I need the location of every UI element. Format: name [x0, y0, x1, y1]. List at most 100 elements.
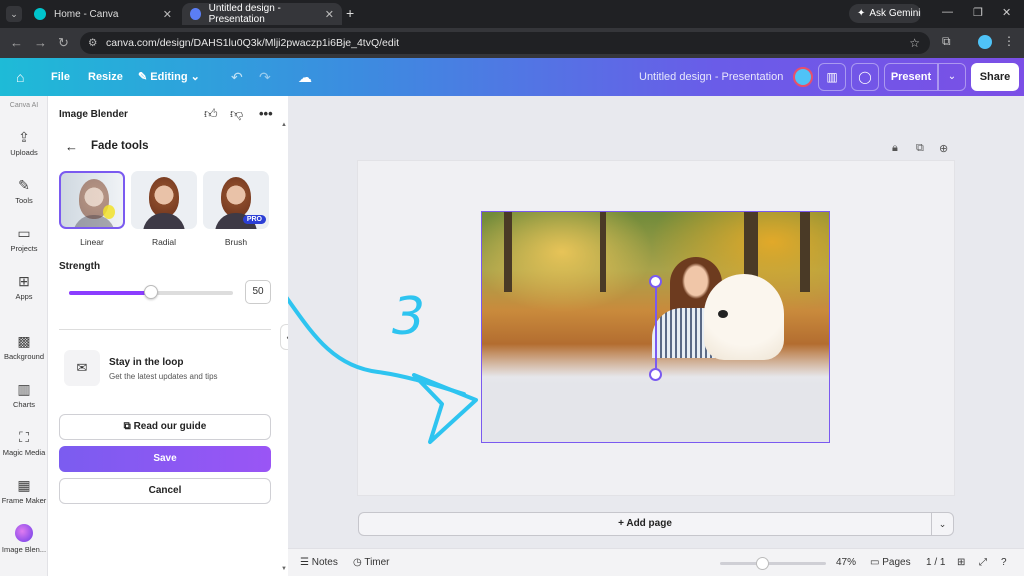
- browser-tab-home[interactable]: Home - Canva ✕: [26, 3, 180, 25]
- forward-icon[interactable]: →: [34, 35, 47, 50]
- cancel-button[interactable]: Cancel: [59, 478, 271, 504]
- site-info-icon[interactable]: ⚙: [88, 32, 97, 54]
- redo-icon[interactable]: ↷: [259, 58, 271, 96]
- apps-grid-icon: ⊞: [18, 273, 30, 289]
- close-tab-icon[interactable]: ✕: [163, 8, 172, 21]
- more-options-icon[interactable]: •••: [259, 106, 273, 121]
- canvas-area: 🔒︎ ⧉ ⊕ 3 + Add page ⌄: [288, 96, 1024, 548]
- rail-item-uploads[interactable]: ⇪ Uploads: [0, 128, 48, 157]
- present-options-chevron-icon[interactable]: ⌄: [938, 63, 966, 91]
- browser-tab-design[interactable]: Untitled design - Presentation ✕: [182, 3, 342, 25]
- add-page-button[interactable]: + Add page: [358, 512, 932, 536]
- save-button[interactable]: Save: [59, 446, 271, 472]
- close-window-icon[interactable]: ✕: [1002, 6, 1011, 19]
- reload-icon[interactable]: ↻: [58, 35, 69, 51]
- fade-tool-label: Radial: [151, 237, 177, 247]
- new-tab-button[interactable]: +: [346, 5, 354, 21]
- pencil-icon: ✎: [138, 71, 151, 83]
- canva-favicon-icon: [190, 8, 201, 20]
- pages-button[interactable]: ▭ Pages: [870, 549, 911, 576]
- strength-value-input[interactable]: 50: [245, 280, 271, 304]
- side-rail: Canva AI ⇪ Uploads ✎ Tools ▭ Projects ⊞ …: [0, 96, 48, 576]
- canva-favicon-icon: [34, 8, 46, 20]
- document-title[interactable]: Untitled design - Presentation: [639, 58, 783, 96]
- extensions-icon[interactable]: ⧉: [942, 34, 951, 49]
- divider: [59, 329, 271, 330]
- rail-item-label: Projects: [10, 244, 38, 253]
- page-counter[interactable]: 1 / 1: [926, 549, 945, 576]
- help-icon[interactable]: ?: [1001, 549, 1007, 576]
- add-page-options-chevron-icon[interactable]: ⌄: [931, 512, 954, 536]
- grid-view-icon[interactable]: ⊞: [957, 549, 965, 576]
- user-avatar[interactable]: [793, 67, 813, 87]
- fullscreen-icon[interactable]: ⤢: [979, 549, 987, 576]
- minimize-icon[interactable]: —: [942, 6, 953, 18]
- ask-gemini-label: Ask Gemini: [869, 8, 921, 19]
- present-button[interactable]: Present: [884, 63, 938, 91]
- home-icon[interactable]: ⌂: [16, 58, 24, 96]
- annotation-number: 3: [392, 287, 425, 347]
- strength-slider[interactable]: [69, 285, 233, 299]
- zoom-level[interactable]: 47%: [836, 549, 856, 576]
- rail-item-projects[interactable]: ▭ Projects: [0, 224, 48, 253]
- rail-item-tools[interactable]: ✎ Tools: [0, 176, 48, 205]
- fade-tool-radial[interactable]: [131, 171, 197, 229]
- rail-item-canva-ai[interactable]: Canva AI: [0, 102, 48, 109]
- thumbs-up-icon[interactable]: 👍︎: [204, 106, 218, 122]
- bookmark-star-icon[interactable]: ☆: [909, 32, 920, 54]
- editing-mode-button[interactable]: ✎ Editing ⌄: [138, 58, 200, 96]
- address-bar-row: ← → ↻ ⚙ canva.com/design/DAHS1lu0Q3k/Mlj…: [0, 28, 1024, 58]
- restore-icon[interactable]: ❐: [973, 6, 983, 19]
- strength-slider-handle[interactable]: [144, 285, 158, 299]
- rail-item-image-blender[interactable]: Image Blen...: [0, 524, 48, 554]
- gemini-icon: ✦: [857, 8, 866, 19]
- rail-item-label: Background: [3, 352, 45, 361]
- zoom-slider[interactable]: [720, 557, 826, 570]
- folder-icon: ▭: [17, 225, 31, 241]
- profile-avatar[interactable]: [978, 35, 992, 49]
- thumbnail-face: [221, 177, 251, 217]
- back-icon[interactable]: ←: [10, 35, 23, 50]
- timer-button[interactable]: ◷ Timer: [353, 549, 390, 576]
- pages-icon: ▭: [870, 557, 883, 568]
- rail-item-background[interactable]: ▩ Background: [0, 332, 48, 361]
- rail-item-apps[interactable]: ⊞ Apps: [0, 272, 48, 301]
- scroll-up-icon[interactable]: ▲: [281, 122, 287, 128]
- tab-search-button[interactable]: ⌄: [6, 6, 22, 22]
- thumbs-down-icon[interactable]: 👎︎: [230, 106, 243, 122]
- thumbnail-face: [149, 177, 179, 217]
- insights-chart-icon[interactable]: ▥: [818, 63, 846, 91]
- rail-item-frame-maker[interactable]: ▦ Frame Maker: [0, 476, 48, 505]
- comment-icon[interactable]: ◯: [851, 63, 879, 91]
- editor-bottom-bar: ☰ Notes ◷ Timer 47% ▭ Pages 1 / 1 ⊞ ⤢ ?: [288, 548, 1024, 576]
- ask-gemini-button[interactable]: ✦ Ask Gemini: [849, 4, 921, 23]
- editing-label: Editing: [150, 71, 188, 83]
- read-guide-button[interactable]: ⧉ Read our guide: [59, 414, 271, 440]
- bar-chart-icon: ▥: [17, 381, 31, 397]
- background-pattern-icon: ▩: [17, 333, 31, 349]
- url-field[interactable]: ⚙ canva.com/design/DAHS1lu0Q3k/Mlji2pwac…: [80, 32, 930, 54]
- back-arrow-icon[interactable]: ←: [65, 139, 78, 154]
- annotation-curve: [288, 296, 466, 396]
- share-button[interactable]: Share: [971, 63, 1019, 91]
- fade-tool-linear[interactable]: [59, 171, 125, 229]
- pen-icon: ✎: [18, 177, 30, 193]
- rail-item-charts[interactable]: ▥ Charts: [0, 380, 48, 409]
- resize-button[interactable]: Resize: [88, 58, 123, 96]
- notes-button[interactable]: ☰ Notes: [300, 549, 338, 576]
- rail-item-magic-media[interactable]: ⛶ Magic Media: [0, 428, 48, 457]
- close-tab-icon[interactable]: ✕: [325, 8, 334, 21]
- fade-tool-label: Linear: [80, 237, 104, 247]
- file-menu-button[interactable]: File: [51, 58, 70, 96]
- strength-label: Strength: [59, 261, 101, 272]
- zoom-slider-handle[interactable]: [756, 557, 770, 570]
- image-blender-panel: Image Blender 👍︎ 👎︎ ••• ← Fade tools PRO…: [48, 96, 288, 576]
- scroll-down-icon[interactable]: ▼: [281, 566, 287, 572]
- fade-tool-label: Brush: [224, 237, 248, 247]
- fade-tool-brush[interactable]: PRO: [203, 171, 269, 229]
- cloud-save-icon[interactable]: ☁: [298, 58, 312, 96]
- image-blender-icon: [15, 524, 33, 542]
- undo-icon[interactable]: ↶: [231, 58, 243, 96]
- browser-menu-icon[interactable]: ⋮: [1003, 34, 1015, 48]
- notes-label: Notes: [311, 557, 338, 568]
